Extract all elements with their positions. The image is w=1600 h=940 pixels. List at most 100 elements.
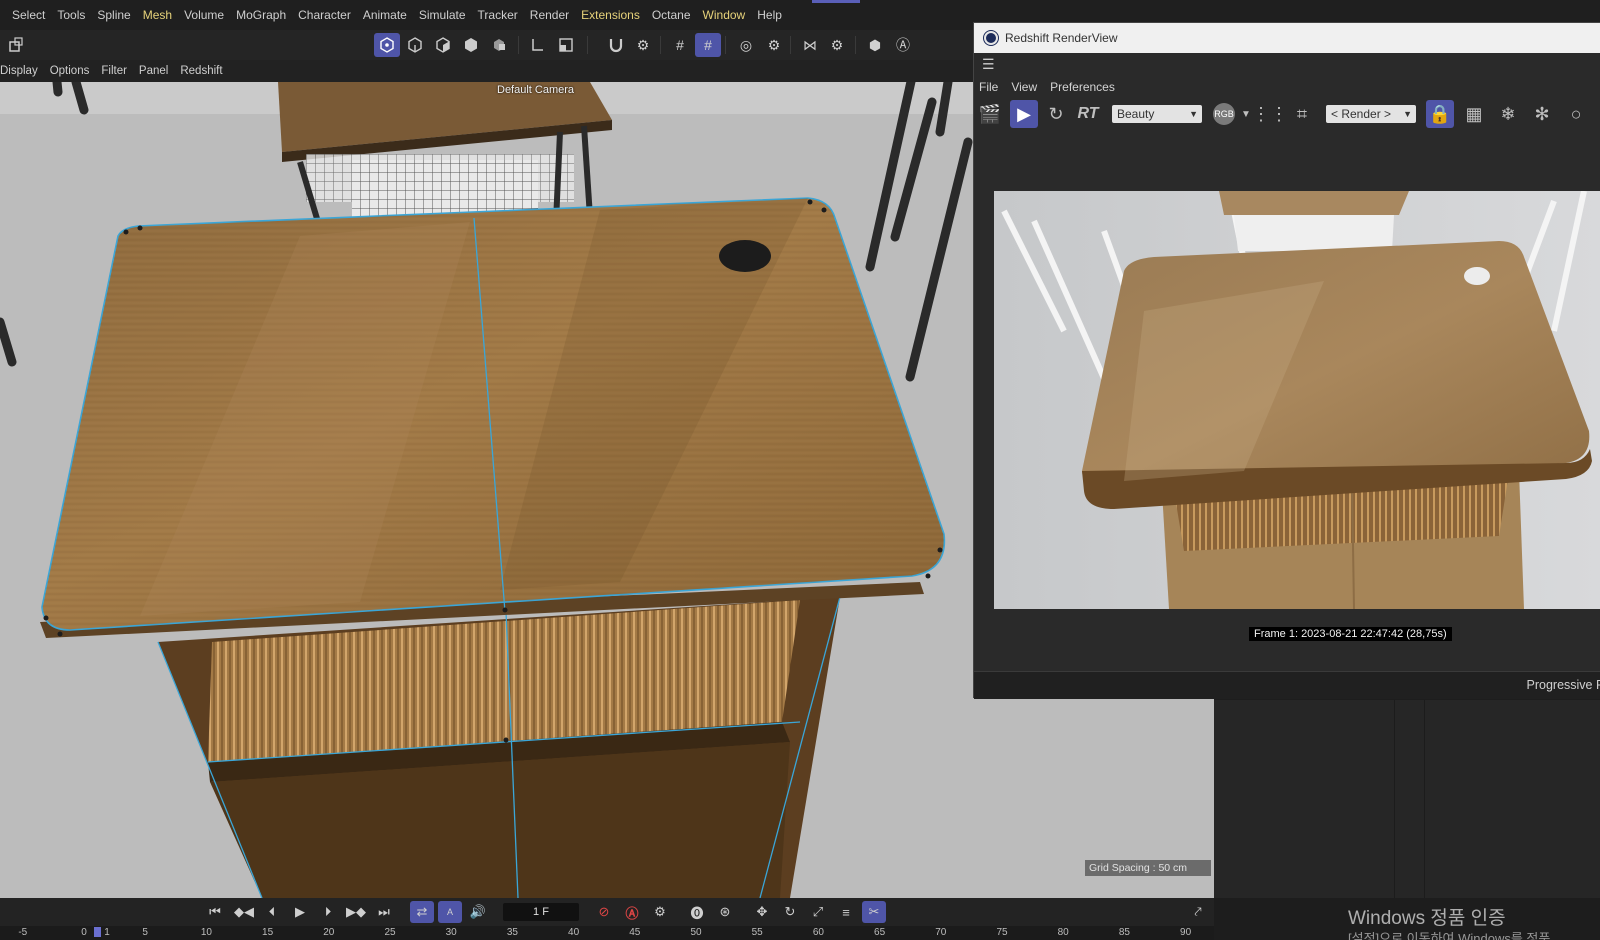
menu-character[interactable]: Character [292, 0, 357, 30]
render-mode-value: < Render > [1331, 107, 1392, 121]
crop-icon[interactable]: ⌗ [1288, 100, 1316, 128]
renderview-menu-preferences[interactable]: Preferences [1050, 80, 1115, 94]
scale-key-icon[interactable]: ⤢ [806, 901, 830, 923]
menu-mesh[interactable]: Mesh [137, 0, 178, 30]
menu-animate[interactable]: Animate [357, 0, 413, 30]
frame-info-label: Frame 1: 2023-08-21 22:47:42 (28,75s) [1249, 627, 1452, 641]
grid-snap-button[interactable]: # [695, 33, 721, 57]
auto-keying-button[interactable]: A [438, 901, 462, 923]
viewport-menu-redshift[interactable]: Redshift [180, 65, 228, 77]
ruler-tick-label: 40 [568, 927, 580, 938]
radial-icon[interactable]: ◎ [733, 33, 759, 57]
ruler-tick-label: 1 [104, 927, 110, 938]
ruler-tick-label: 25 [384, 927, 396, 938]
rendered-desk-image [994, 191, 1600, 609]
attribute-panel [1214, 700, 1600, 898]
renderview-menu-view[interactable]: View [1011, 80, 1037, 94]
menu-tracker[interactable]: Tracker [472, 0, 524, 30]
rotate-key-icon[interactable]: ↻ [778, 901, 802, 923]
menu-tools[interactable]: Tools [51, 0, 91, 30]
grid-dots-icon[interactable]: ⋮⋮ [1252, 100, 1288, 128]
key-settings-icon[interactable]: ⚙ [648, 901, 672, 923]
axis-mode-icon[interactable] [524, 33, 550, 57]
settings-gear-icon[interactable]: ⚙ [761, 33, 787, 57]
viewport-menu-options[interactable]: Options [50, 65, 96, 77]
menu-help[interactable]: Help [751, 0, 788, 30]
chevron-down-icon: ▼ [1189, 109, 1198, 119]
renderview-status-bar: Progressive R [974, 671, 1600, 699]
render-play-button[interactable]: ▶ [1010, 100, 1038, 128]
solo-mode-icon[interactable] [553, 33, 579, 57]
ruler-tick-label: 15 [262, 927, 274, 938]
point-level-anim-button[interactable]: ✂ [862, 901, 886, 923]
viewport-menu-filter[interactable]: Filter [101, 65, 133, 77]
next-key-icon[interactable]: ▶◆ [344, 901, 368, 923]
snap-settings-icon[interactable]: ⚙ [630, 33, 656, 57]
camera-label[interactable]: Default Camera [497, 84, 574, 96]
menu-render[interactable]: Render [524, 0, 575, 30]
move-key-icon[interactable]: ✥ [750, 901, 774, 923]
workplane-icon[interactable]: # [667, 33, 693, 57]
lock-icon[interactable]: 🔒 [1426, 100, 1454, 128]
menu-simulate[interactable]: Simulate [413, 0, 472, 30]
object-mode-icon[interactable] [3, 33, 29, 57]
render-settings-icon[interactable]: Ⓐ [890, 33, 916, 57]
loop-toggle-button[interactable]: ⇄ [410, 901, 434, 923]
freeze-icon[interactable]: ❄ [1494, 100, 1522, 128]
menu-spline[interactable]: Spline [91, 0, 136, 30]
ruler-tick-label: 5 [142, 927, 148, 938]
render-view-icon[interactable]: ⬢ [862, 33, 888, 57]
model-mode-button[interactable] [486, 33, 512, 57]
circle-icon[interactable]: ○ [1562, 100, 1590, 128]
polygons-mode-button[interactable] [430, 33, 456, 57]
uvw-mode-button[interactable] [458, 33, 484, 57]
symmetry-settings-icon[interactable]: ⚙ [824, 33, 850, 57]
render-output-image[interactable] [994, 191, 1600, 609]
menu-select[interactable]: Select [6, 0, 51, 30]
menu-window[interactable]: Window [697, 0, 752, 30]
viewport-menu-bar: Display Options Filter Panel Redshift [0, 60, 975, 82]
points-mode-button[interactable] [374, 33, 400, 57]
rt-toggle-button[interactable]: RT [1074, 100, 1102, 128]
freeze-global-icon[interactable]: ✻ [1528, 100, 1556, 128]
motion-path-icon[interactable]: ⊛ [713, 901, 737, 923]
fcurve-icon[interactable]: ⤤ [1186, 901, 1210, 923]
ruler-tick-label: 30 [445, 927, 457, 938]
grid-view-icon[interactable]: ▦ [1460, 100, 1488, 128]
renderview-title-bar[interactable]: Redshift RenderView [974, 23, 1600, 53]
next-frame-icon[interactable]: ⏵ [316, 901, 340, 923]
edges-mode-button[interactable] [402, 33, 428, 57]
renderview-menu-bar: File View Preferences [974, 76, 1128, 98]
timeline-ruler[interactable]: -5 0 1 5 10 15 20 25 30 35 40 45 50 55 60 65 70 75 80 85 90 [0, 926, 1214, 940]
aov-dropdown[interactable]: Beauty ▼ [1112, 105, 1202, 123]
clapperboard-icon[interactable]: 🎬 [976, 100, 1004, 128]
keyframe-selection-icon[interactable]: ⓿ [685, 901, 709, 923]
ruler-tick-label: 10 [200, 927, 212, 938]
playhead-marker[interactable] [94, 927, 101, 937]
hamburger-menu-icon[interactable]: ☰ [978, 55, 998, 73]
go-to-end-icon[interactable]: ⏭ [372, 901, 396, 923]
menu-volume[interactable]: Volume [178, 0, 230, 30]
refresh-icon[interactable]: ↻ [1042, 100, 1070, 128]
snap-magnet-icon[interactable] [603, 33, 629, 57]
param-key-icon[interactable]: ≡ [834, 901, 858, 923]
menu-octane[interactable]: Octane [646, 0, 697, 30]
play-icon[interactable]: ▶ [288, 901, 312, 923]
previous-frame-icon[interactable]: ⏴ [260, 901, 284, 923]
renderview-menu-file[interactable]: File [979, 80, 998, 94]
grid-spacing-readout: Grid Spacing : 50 cm [1085, 860, 1211, 876]
go-to-start-icon[interactable]: ⏮ [203, 901, 227, 923]
symmetry-icon[interactable]: ⋈ [797, 33, 823, 57]
render-mode-dropdown[interactable]: < Render > ▼ [1326, 105, 1416, 123]
viewport-menu-panel[interactable]: Panel [139, 65, 174, 77]
ruler-tick-label: 55 [751, 927, 763, 938]
viewport-menu-display[interactable]: Display [0, 65, 44, 77]
sound-icon[interactable]: 🔊 [466, 901, 490, 923]
current-frame-field[interactable]: 1 F [503, 903, 579, 921]
record-key-icon[interactable]: ⊘ [592, 901, 616, 923]
previous-key-icon[interactable]: ◆◀ [232, 901, 256, 923]
menu-mograph[interactable]: MoGraph [230, 0, 292, 30]
auto-record-icon[interactable]: Ⓐ [620, 901, 644, 923]
menu-extensions[interactable]: Extensions [575, 0, 646, 30]
ruler-tick-label: 75 [996, 927, 1008, 938]
